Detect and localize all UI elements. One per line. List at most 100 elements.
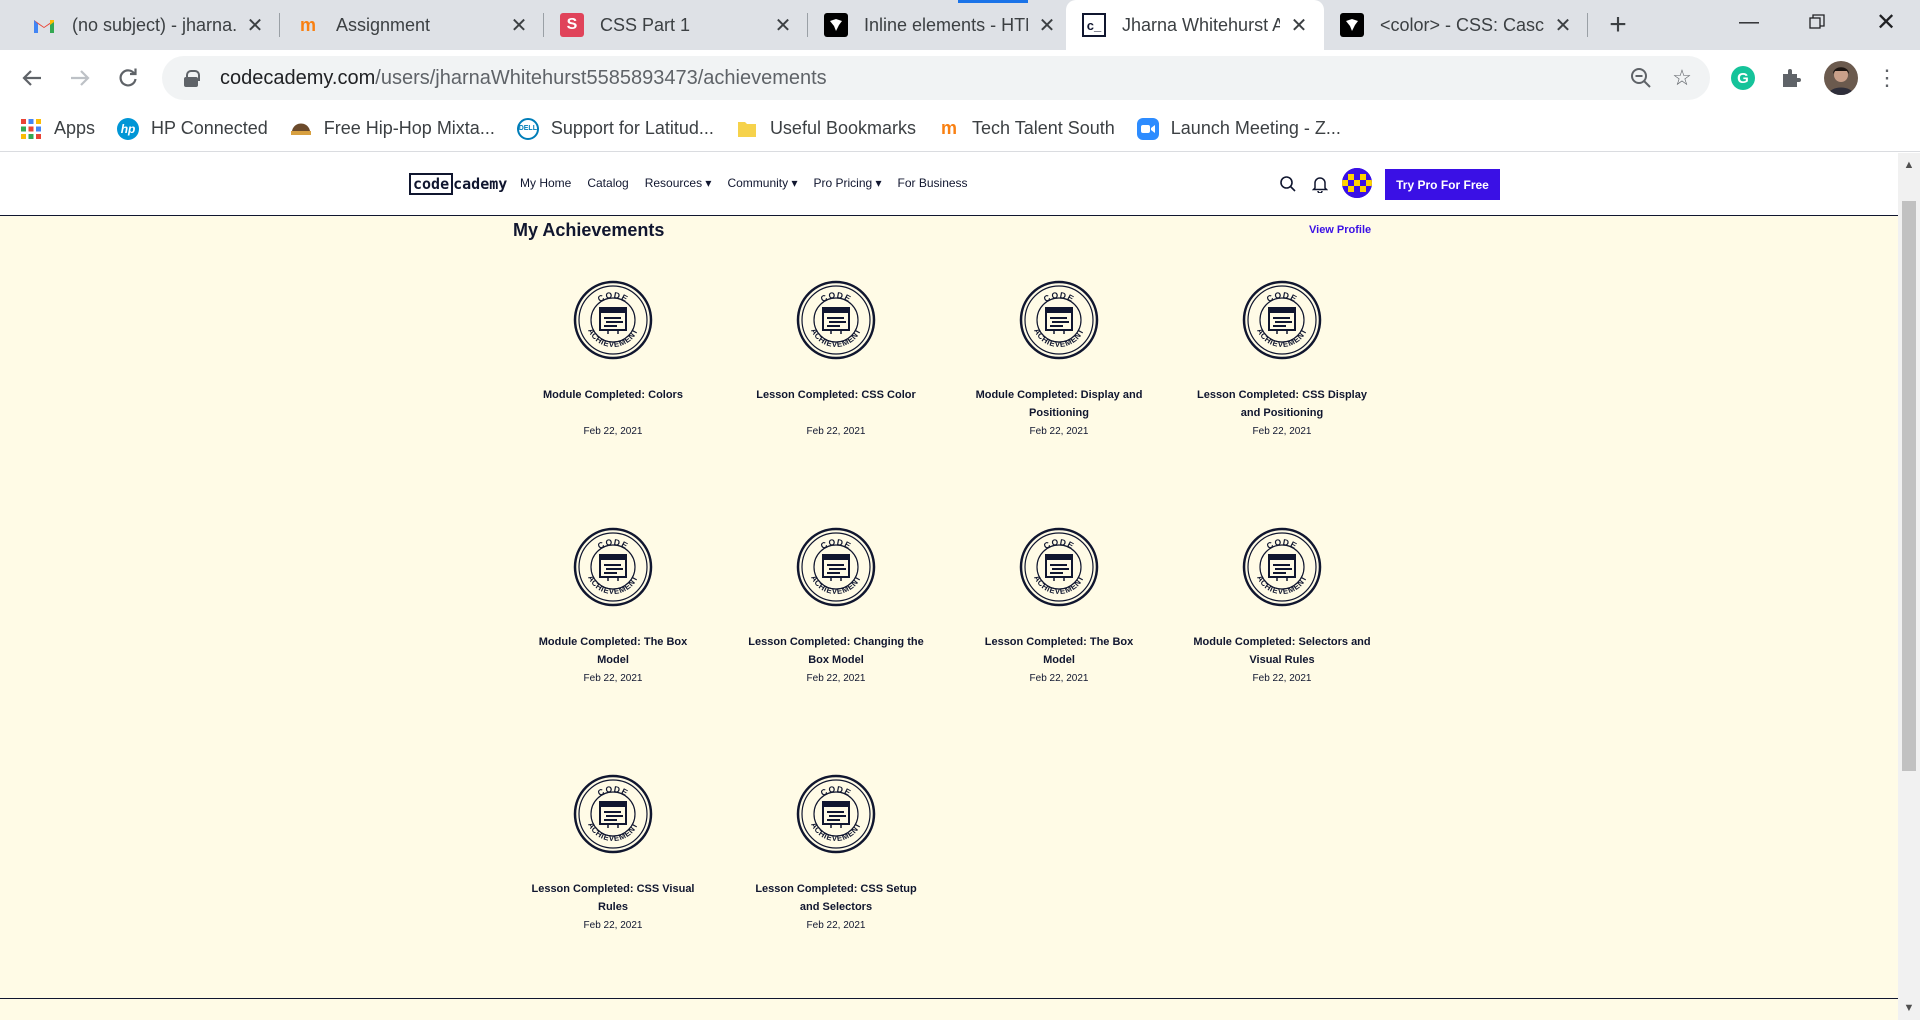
achievement-date: Feb 22, 2021: [1029, 426, 1089, 437]
achievement-card[interactable]: CODE ACHIEVEMENT Module Completed: Colors F…: [513, 280, 713, 437]
achievement-card[interactable]: CODE ACHIEVEMENT Lesson Completed: The Box…: [959, 527, 1159, 684]
achievement-badge-icon: CODEACHIEVEMENT: [796, 280, 876, 360]
achievement-date: Feb 22, 2021: [1252, 426, 1312, 437]
nav-catalog[interactable]: Catalog: [587, 176, 628, 190]
user-avatar[interactable]: [1342, 168, 1372, 198]
achievement-badge-icon: CODEACHIEVEMENT: [796, 527, 876, 607]
achievement-date: Feb 22, 2021: [583, 673, 643, 684]
achievement-date: Feb 22, 2021: [583, 426, 643, 437]
loading-indicator: [958, 0, 1028, 3]
achievement-date: Feb 22, 2021: [806, 673, 866, 684]
browser-tab[interactable]: Inline elements - HTM ✕: [808, 0, 1072, 50]
achievement-card[interactable]: CODE ACHIEVEMENT Lesson Completed: CSS Dis…: [1182, 280, 1382, 437]
bookmark-label: HP Connected: [151, 118, 268, 138]
page-scrollbar[interactable]: ▲ ▼: [1898, 153, 1920, 1020]
close-icon[interactable]: ✕: [508, 14, 530, 37]
nav-resources[interactable]: Resources ▾: [645, 176, 712, 190]
bookmark-star-icon[interactable]: ☆: [1667, 63, 1697, 93]
achievement-badge-icon: CODEACHIEVEMENT: [1019, 280, 1099, 360]
close-icon[interactable]: ✕: [772, 14, 794, 37]
achievement-title: Module Completed: Display and Positionin…: [975, 389, 1143, 419]
scrollbar-thumb[interactable]: [1902, 201, 1916, 771]
browser-tab[interactable]: S CSS Part 1 ✕: [544, 0, 808, 50]
hp-icon: hp: [117, 117, 140, 140]
bookmark-label: Tech Talent South: [972, 118, 1115, 138]
codecademy-logo[interactable]: code cademy: [409, 173, 507, 195]
achievement-date: Feb 22, 2021: [806, 426, 866, 437]
achievement-title: Lesson Completed: CSS Setup and Selector…: [755, 883, 917, 913]
view-profile-link[interactable]: View Profile: [1309, 224, 1371, 236]
mdn-icon: [824, 13, 848, 37]
browser-tab-strip: (no subject) - jharna. ✕ m Assignment ✕ …: [0, 0, 1920, 50]
close-icon[interactable]: ✕: [1036, 14, 1058, 37]
scroll-up-arrow[interactable]: ▲: [1903, 159, 1915, 171]
achievement-card[interactable]: CODE ACHIEVEMENT Lesson Completed: CSS Vis…: [513, 774, 713, 931]
nav-community[interactable]: Community ▾: [727, 176, 797, 190]
main-nav: My Home Catalog Resources ▾ Community ▾ …: [520, 176, 984, 190]
search-icon[interactable]: [1277, 173, 1299, 195]
tab-title: (no subject) - jharna.: [72, 14, 236, 35]
achievement-card[interactable]: CODE ACHIEVEMENT Lesson Completed: Changin…: [736, 527, 936, 684]
achievement-card[interactable]: CODE ACHIEVEMENT Module Completed: Display…: [959, 280, 1159, 437]
svg-text:G: G: [1737, 70, 1749, 87]
achievement-badge-icon: CODEACHIEVEMENT: [796, 774, 876, 854]
browser-tab[interactable]: <color> - CSS: Casca ✕: [1324, 0, 1588, 50]
address-bar[interactable]: codecademy.com/users/jharnaWhitehurst558…: [162, 56, 1710, 100]
window-close-button[interactable]: ✕: [1852, 0, 1920, 44]
extensions-puzzle-icon[interactable]: [1776, 63, 1806, 93]
nav-pro-pricing[interactable]: Pro Pricing ▾: [813, 176, 881, 190]
achievement-card[interactable]: CODE ACHIEVEMENT Module Completed: Selecto…: [1182, 527, 1382, 684]
achievement-card[interactable]: CODE ACHIEVEMENT Module Completed: The Box…: [513, 527, 713, 684]
achievement-title: Lesson Completed: CSS Visual Rules: [531, 883, 695, 913]
try-pro-button[interactable]: Try Pro For Free: [1385, 169, 1500, 200]
bookmark-item[interactable]: DELL Support for Latitud...: [516, 117, 714, 140]
moodle-icon: m: [299, 14, 316, 35]
codecademy-icon: c_: [1082, 13, 1106, 37]
minimize-button[interactable]: —: [1715, 0, 1783, 44]
page-viewport: code cademy My Home Catalog Resources ▾ C…: [0, 153, 1898, 1020]
browser-tab-active[interactable]: c_ Jharna Whitehurst Ac ✕: [1066, 0, 1324, 50]
lock-icon: [184, 70, 200, 87]
achievement-title: Module Completed: The Box Model: [538, 636, 688, 666]
bookmark-item[interactable]: Launch Meeting - Z...: [1136, 117, 1341, 140]
new-tab-button[interactable]: +: [1602, 8, 1634, 41]
close-icon[interactable]: ✕: [244, 14, 266, 37]
scroll-down-arrow[interactable]: ▼: [1903, 1002, 1915, 1014]
restore-button[interactable]: [1783, 0, 1851, 44]
browser-tab[interactable]: m Assignment ✕: [280, 0, 544, 50]
bookmark-item[interactable]: hp HP Connected: [117, 117, 268, 140]
tab-title: Inline elements - HTM: [864, 14, 1028, 35]
forward-button[interactable]: [62, 60, 98, 96]
zoom-icon: [1136, 117, 1159, 140]
bookmark-label: Apps: [54, 118, 96, 138]
s-icon: S: [560, 13, 584, 37]
footer-divider: [0, 998, 1898, 999]
browser-tab[interactable]: (no subject) - jharna. ✕: [16, 0, 280, 50]
nav-my-home[interactable]: My Home: [520, 176, 571, 190]
bookmarks-bar: Apps hp HP Connected Free Hip-Hop Mixta.…: [0, 106, 1920, 152]
close-icon[interactable]: ✕: [1552, 14, 1574, 37]
reload-button[interactable]: [110, 60, 146, 96]
tts-icon: m: [940, 118, 957, 138]
achievement-card[interactable]: CODE ACHIEVEMENT Lesson Completed: CSS Col…: [736, 280, 936, 437]
bookmark-label: Support for Latitud...: [550, 118, 714, 138]
achievement-title: Lesson Completed: Changing the Box Model: [748, 636, 924, 666]
nav-for-business[interactable]: For Business: [898, 176, 968, 190]
folder-icon: [736, 118, 758, 140]
grammarly-icon[interactable]: G: [1728, 63, 1758, 93]
achievement-card[interactable]: CODE ACHIEVEMENT Lesson Completed: CSS Set…: [736, 774, 936, 931]
bookmark-label: Free Hip-Hop Mixta...: [323, 118, 495, 138]
bookmark-item[interactable]: Apps: [20, 118, 95, 140]
profile-avatar[interactable]: [1824, 61, 1858, 95]
bookmark-item[interactable]: Free Hip-Hop Mixta...: [290, 118, 495, 140]
bookmark-item[interactable]: Useful Bookmarks: [736, 118, 916, 140]
back-button[interactable]: [14, 60, 50, 96]
bell-icon[interactable]: [1309, 173, 1331, 195]
close-icon[interactable]: ✕: [1288, 14, 1310, 37]
browser-menu-icon[interactable]: ⋮: [1872, 63, 1902, 93]
achievement-badge-icon: CODEACHIEVEMENT: [1019, 527, 1099, 607]
tab-title: CSS Part 1: [600, 14, 691, 35]
zoom-icon[interactable]: [1626, 63, 1656, 93]
bookmark-item[interactable]: m Tech Talent South: [938, 118, 1115, 140]
site-header: code cademy My Home Catalog Resources ▾ C…: [0, 153, 1898, 216]
